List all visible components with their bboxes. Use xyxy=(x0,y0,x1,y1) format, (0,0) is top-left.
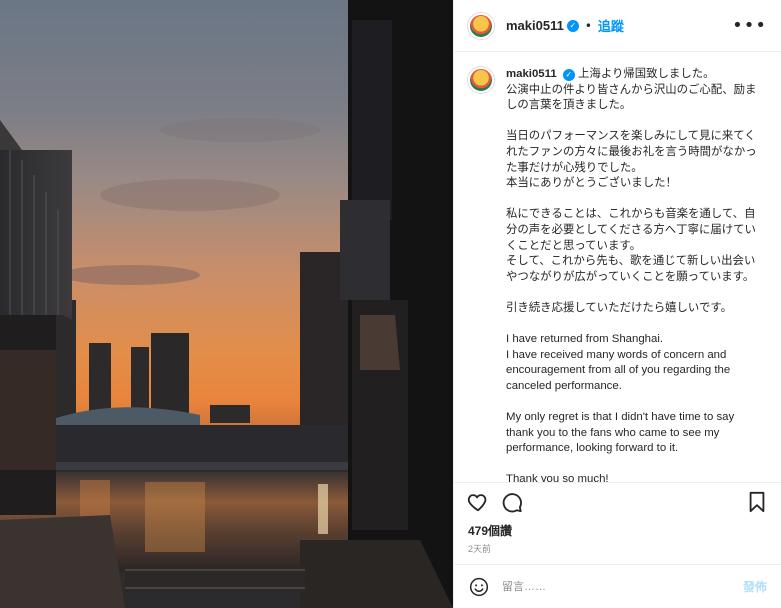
caption-verified-badge-icon: ✓ xyxy=(562,68,575,81)
post-comment-button[interactable]: 發佈 xyxy=(743,578,767,595)
caption-area: maki0511 ✓ 上海より帰国致しました。 公演中止の件より皆さんから沢山の… xyxy=(454,53,781,482)
action-bar xyxy=(454,482,781,520)
caption-avatar[interactable] xyxy=(468,67,494,93)
bookmark-icon[interactable] xyxy=(745,490,769,514)
caption-paragraph-4: 引き続き応援していただけたら嬉しいです。 xyxy=(506,301,732,314)
more-options-icon[interactable]: ••• xyxy=(732,15,767,36)
caption-paragraph-2: 当日のパフォーマンスを楽しみにして見に来てくれたファンの方々に最後お礼を言う時間… xyxy=(506,130,757,190)
caption-text: maki0511 ✓ 上海より帰国致しました。 公演中止の件より皆さんから沢山の… xyxy=(506,67,760,482)
avatar[interactable] xyxy=(468,12,494,39)
post-time[interactable]: 2天前 xyxy=(468,542,491,555)
emoji-icon[interactable] xyxy=(468,576,490,598)
caption-paragraph-7: Thank you so much! xyxy=(506,473,609,482)
post-header: maki0511 ✓ • 追蹤 ••• xyxy=(454,0,781,52)
caption-paragraph-5: I have returned from Shanghai. I have re… xyxy=(506,333,731,392)
post-side-panel: maki0511 ✓ • 追蹤 ••• maki0511 ✓ 上海より帰国致しま… xyxy=(453,0,781,608)
caption-paragraph-6: My only regret is that I didn't have tim… xyxy=(506,411,735,455)
follow-button[interactable]: 追蹤 xyxy=(598,16,624,35)
comment-bar: 發佈 xyxy=(454,564,781,608)
heart-icon[interactable] xyxy=(466,490,490,514)
post-photo xyxy=(0,0,453,608)
like-count[interactable]: 479個讚 xyxy=(468,522,512,539)
caption-paragraph-3: 私にできることは、これからも音楽を通して、自分の声を必要としてくださる方へ丁寧に… xyxy=(506,208,756,283)
separator-dot: • xyxy=(584,18,592,33)
post-username[interactable]: maki0511 xyxy=(506,18,564,33)
sunset-cityscape-image xyxy=(0,0,453,608)
verified-badge-icon: ✓ xyxy=(566,19,579,32)
caption-paragraph-1: maki0511 ✓ 上海より帰国致しました。 公演中止の件より皆さんから沢山の… xyxy=(506,68,757,112)
comment-icon[interactable] xyxy=(500,490,524,514)
comment-input[interactable] xyxy=(502,580,743,593)
caption-username[interactable]: maki0511 xyxy=(506,68,557,80)
